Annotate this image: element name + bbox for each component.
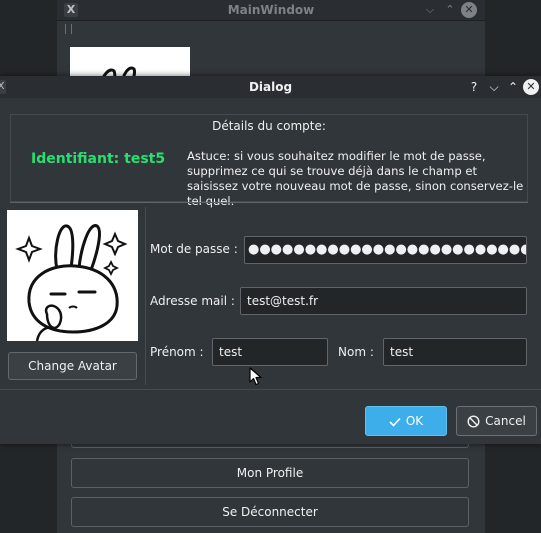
main-titlebar: X MainWindow ⌵ ⌃ ✕ xyxy=(57,0,485,21)
toolbar-grip[interactable] xyxy=(65,24,72,34)
cancel-icon xyxy=(467,415,480,428)
deconnecter-button[interactable]: Se Déconnecter xyxy=(71,497,469,527)
mouse-cursor-icon xyxy=(249,367,262,386)
vertical-divider xyxy=(145,207,146,385)
firstname-label: Prénom : xyxy=(150,345,204,359)
avatar xyxy=(7,210,138,341)
help-icon[interactable]: ? xyxy=(466,79,482,95)
dialog-title: Dialog xyxy=(248,80,293,94)
email-label: Adresse mail : xyxy=(150,294,235,308)
chevron-down-icon[interactable]: ⌵ xyxy=(486,79,502,95)
identifier-label: Identifiant: test5 xyxy=(31,151,166,167)
button-divider xyxy=(0,389,541,390)
account-info-frame: Détails du compte: Identifiant: test5 As… xyxy=(10,114,528,208)
password-tip: Astuce: si vous souhaitez modifier le mo… xyxy=(187,149,524,208)
firstname-field[interactable]: test xyxy=(212,338,328,366)
account-dialog: X Dialog ? ⌵ ⌃ ✕ Détails du compte: Iden… xyxy=(0,76,541,444)
close-icon[interactable]: ✕ xyxy=(523,79,539,95)
chevron-down-icon[interactable]: ⌵ xyxy=(422,2,438,18)
close-icon[interactable]: ✕ xyxy=(461,2,477,18)
lastname-label: Nom : xyxy=(338,345,374,359)
lastname-field[interactable]: test xyxy=(383,338,527,366)
divider xyxy=(10,202,528,203)
check-icon xyxy=(389,417,401,427)
main-window-title: MainWindow xyxy=(227,3,315,17)
email-field[interactable]: test@test.fr xyxy=(240,287,527,315)
cancel-label: Cancel xyxy=(485,414,526,428)
chevron-up-icon[interactable]: ⌃ xyxy=(505,79,521,95)
section-title: Détails du compte: xyxy=(212,119,326,133)
dialog-titlebar: X Dialog ? ⌵ ⌃ ✕ xyxy=(0,76,541,98)
password-field[interactable]: ●●●●●●●●●●●●●●●●●●●●●●●●●●●●● xyxy=(244,236,527,264)
change-avatar-button[interactable]: Change Avatar xyxy=(8,352,137,380)
cancel-button[interactable]: Cancel xyxy=(456,406,537,436)
chevron-up-icon[interactable]: ⌃ xyxy=(442,2,458,18)
password-label: Mot de passe : xyxy=(150,242,238,256)
mon-profile-button[interactable]: Mon Profile xyxy=(71,458,469,488)
ok-label: OK xyxy=(405,414,424,428)
ok-button[interactable]: OK xyxy=(365,406,447,436)
